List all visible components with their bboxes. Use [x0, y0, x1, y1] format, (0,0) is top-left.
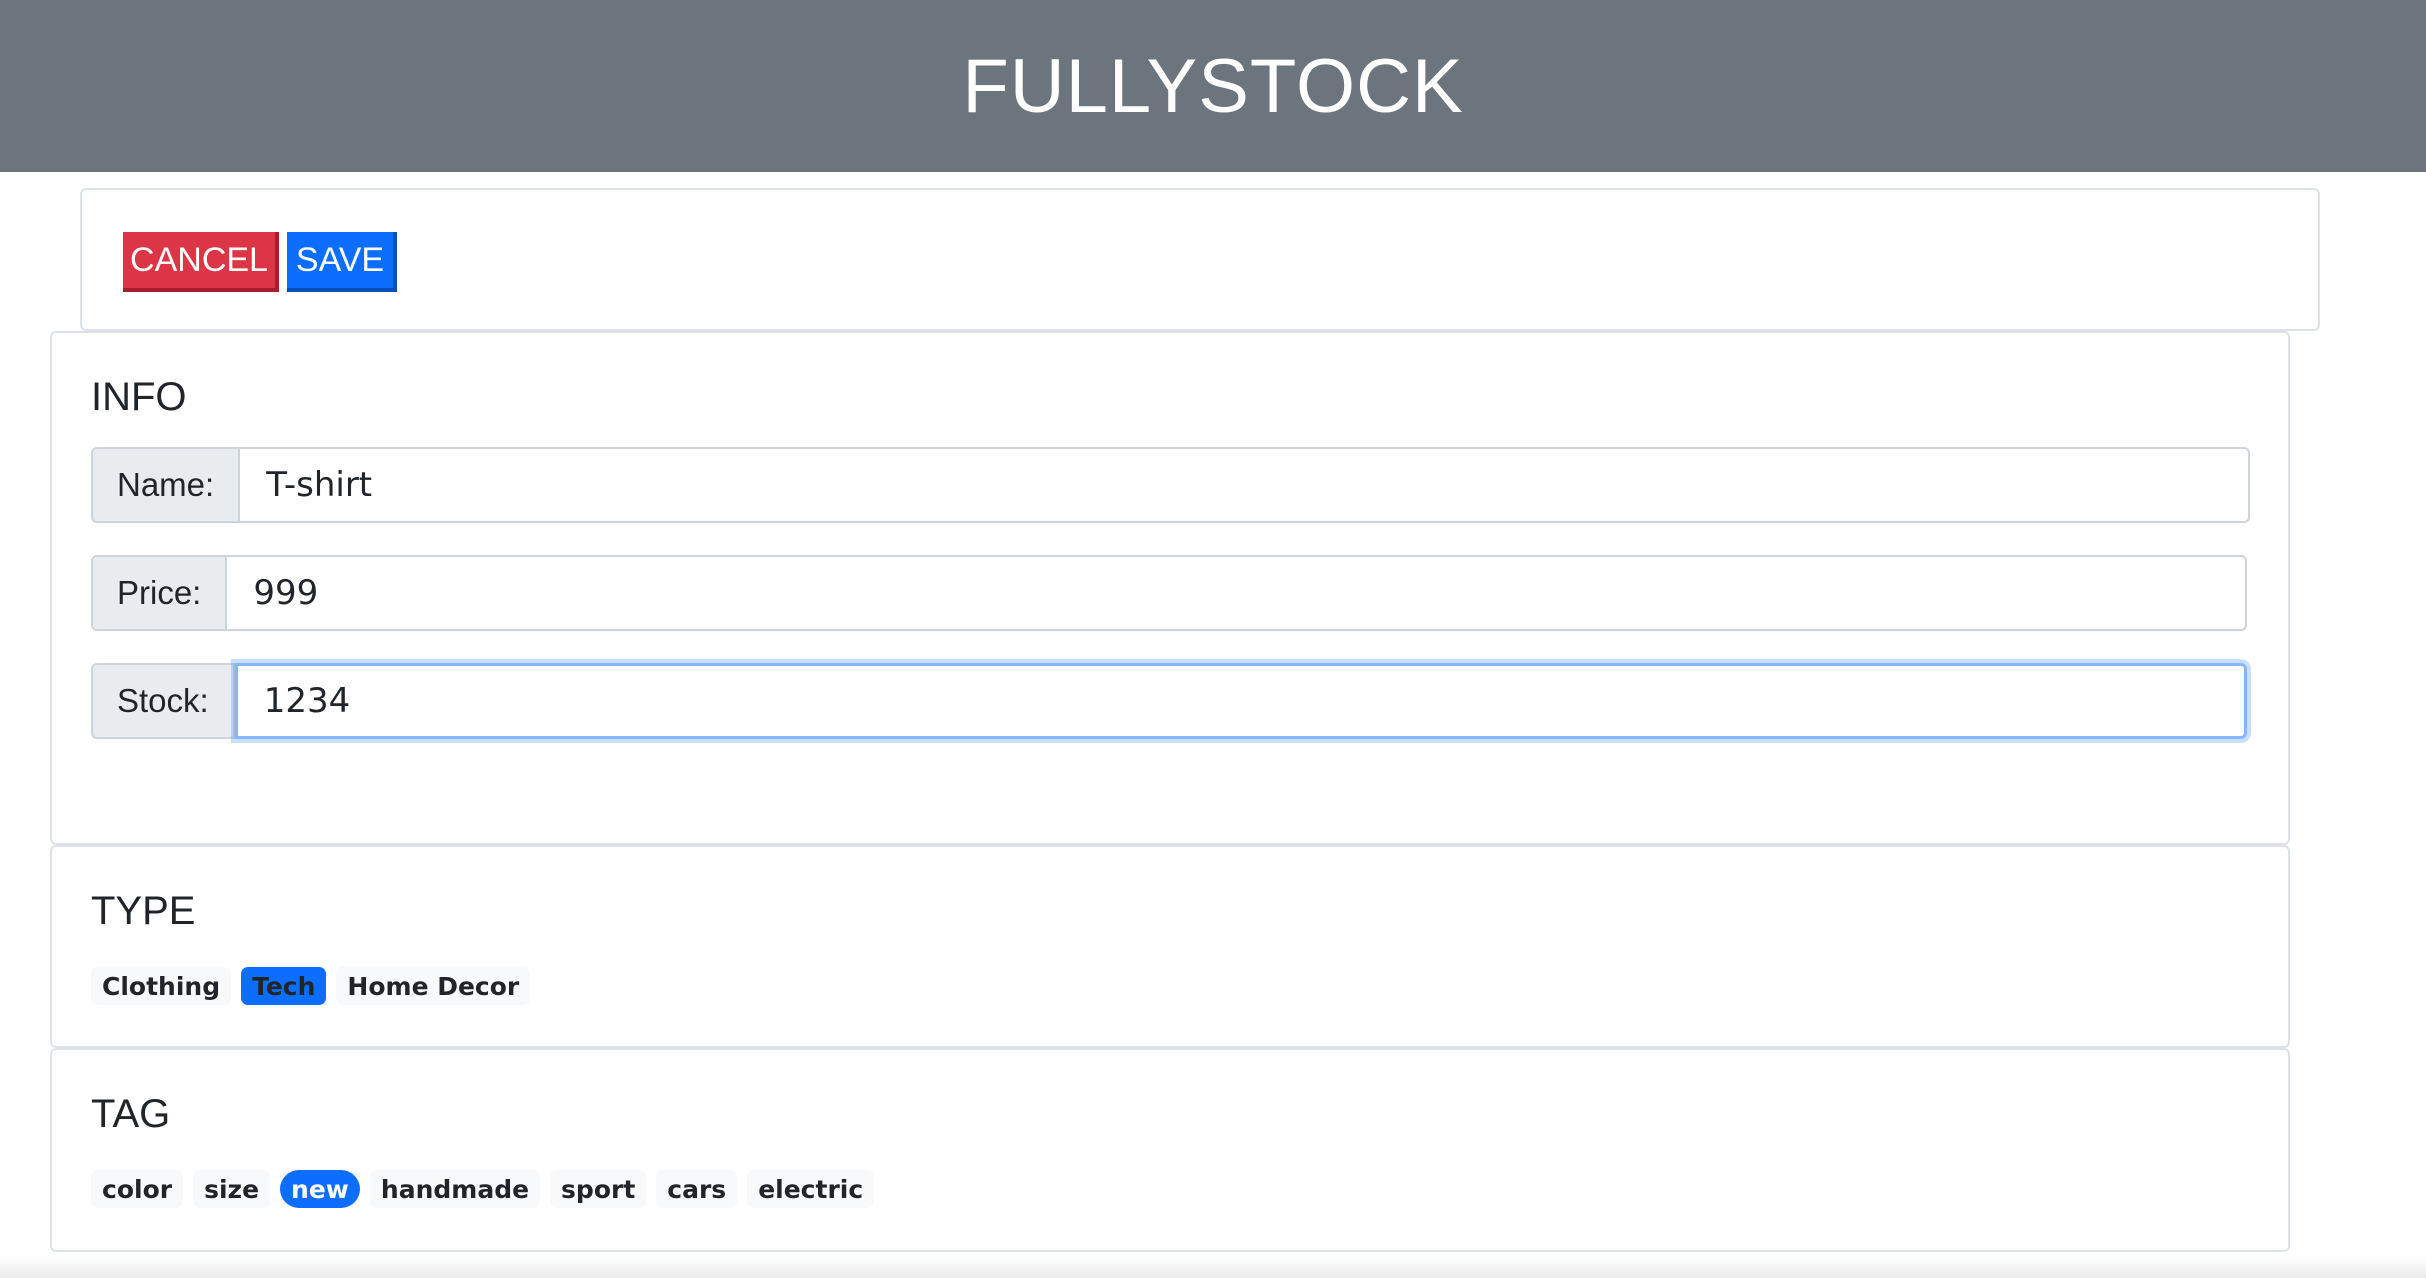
save-button[interactable]: SAVE [287, 232, 397, 292]
tag-option-sport[interactable]: sport [550, 1170, 647, 1208]
app-title: FULLYSTOCK [962, 43, 1464, 129]
name-label: Name: [91, 447, 241, 523]
tag-option-color[interactable]: color [91, 1170, 184, 1208]
name-field[interactable] [240, 447, 2251, 523]
type-title: TYPE [91, 889, 196, 933]
stock-input-group: Stock: [91, 663, 2247, 739]
info-section: INFO Name: Price: Stock: [50, 331, 2290, 845]
tag-title: TAG [91, 1092, 171, 1136]
actions-panel: CANCEL SAVE [80, 188, 2320, 331]
cancel-button[interactable]: CANCEL [123, 232, 279, 292]
tag-option-handmade[interactable]: handmade [369, 1170, 541, 1208]
tag-options: color size new handmade sport cars elect… [91, 1170, 875, 1208]
window-bottom-edge [0, 1258, 2426, 1278]
tag-option-electric[interactable]: electric [747, 1170, 875, 1208]
info-title: INFO [91, 375, 187, 419]
type-option-home-decor[interactable]: Home Decor [336, 967, 531, 1005]
name-input-group: Name: [91, 447, 2251, 523]
tag-option-new[interactable]: new [280, 1170, 360, 1208]
type-option-tech[interactable]: Tech [241, 967, 327, 1005]
tag-option-cars[interactable]: cars [656, 1170, 738, 1208]
type-section: TYPE Clothing Tech Home Decor [50, 845, 2290, 1048]
price-label: Price: [91, 555, 228, 631]
stock-field[interactable] [234, 663, 2247, 739]
tag-section: TAG color size new handmade sport cars e… [50, 1048, 2290, 1252]
type-option-clothing[interactable]: Clothing [91, 967, 232, 1005]
type-options: Clothing Tech Home Decor [91, 967, 531, 1005]
tag-option-size[interactable]: size [193, 1170, 271, 1208]
stock-label: Stock: [91, 663, 235, 739]
price-field[interactable] [227, 555, 2248, 631]
app-header: FULLYSTOCK [0, 0, 2426, 172]
price-input-group: Price: [91, 555, 2248, 631]
